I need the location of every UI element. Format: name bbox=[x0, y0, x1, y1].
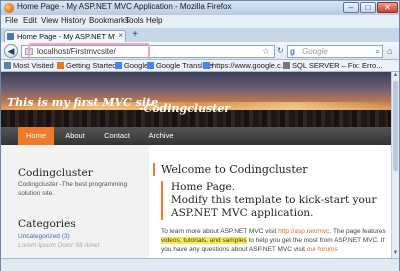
nav-home[interactable]: Home bbox=[18, 127, 54, 145]
search-input[interactable]: Google bbox=[302, 47, 328, 56]
tab-strip: Home Page - My ASP.NET MVC Applica... × … bbox=[1, 28, 399, 42]
google-g-icon[interactable]: g bbox=[290, 47, 295, 56]
home-icon[interactable]: ⌂ bbox=[387, 46, 392, 56]
menu-bar: File Edit View History Bookmarks Tools H… bbox=[1, 15, 399, 28]
bookmark-google[interactable]: Google bbox=[115, 61, 148, 70]
bookmark-label: SQL SERVER – Fix: Erro... bbox=[292, 61, 383, 70]
page-heading-text: Modify this template to kick-start your … bbox=[171, 194, 377, 219]
scroll-up-icon[interactable]: ▲ bbox=[392, 72, 399, 78]
menu-bookmarks[interactable]: Bookmarks bbox=[89, 16, 129, 25]
bookmark-folder-icon bbox=[4, 62, 11, 69]
new-tab-button[interactable]: + bbox=[129, 30, 141, 41]
welcome-heading: Welcome to Codingcluster bbox=[153, 163, 308, 176]
navigation-toolbar: ◀ localhost/Firstmvcsite/ ☆ ↻ g Google ⌕… bbox=[1, 42, 399, 62]
sidebar-blog-description-2: solution site. bbox=[18, 190, 55, 197]
sidebar-category-link[interactable]: Lorem Ipsum Dolor Sit Amet bbox=[18, 242, 99, 249]
reload-icon[interactable]: ↻ bbox=[277, 46, 284, 55]
menu-edit[interactable]: Edit bbox=[23, 16, 37, 25]
google-icon bbox=[115, 62, 122, 69]
scroll-thumb[interactable] bbox=[393, 81, 398, 171]
menu-tools[interactable]: Tools bbox=[125, 16, 144, 25]
bookmark-label: Google bbox=[124, 61, 149, 70]
url-bar[interactable]: localhost/Firstmvcsite/ ☆ bbox=[21, 43, 275, 62]
vertical-scrollbar[interactable]: ▲ ▼ bbox=[391, 72, 399, 258]
scroll-down-icon[interactable]: ▼ bbox=[392, 250, 399, 256]
menu-history[interactable]: History bbox=[61, 16, 86, 25]
tab-home-page[interactable]: Home Page - My ASP.NET MVC Applica... × bbox=[4, 30, 126, 42]
page-icon bbox=[7, 33, 14, 40]
menu-help[interactable]: Help bbox=[146, 16, 162, 25]
bookmarks-toolbar: Most Visited Getting Started Google Goog… bbox=[1, 60, 399, 72]
tab-close-icon[interactable]: × bbox=[118, 31, 123, 40]
page-viewport: This is my first MVC site -Codingcluster… bbox=[1, 72, 391, 258]
nav-contact[interactable]: Contact bbox=[97, 127, 137, 145]
site-banner: This is my first MVC site -Codingcluster bbox=[1, 72, 391, 127]
bookmark-google-url[interactable]: https://www.google.c... bbox=[203, 61, 287, 70]
menu-file[interactable]: File bbox=[5, 16, 18, 25]
site-title: This is my first MVC site bbox=[7, 96, 159, 109]
aspnet-mvc-link[interactable]: http://asp.net/mvc bbox=[278, 228, 329, 235]
nav-about[interactable]: About bbox=[57, 127, 93, 145]
status-bar bbox=[1, 258, 399, 271]
site-subtitle: -Codingcluster bbox=[139, 102, 231, 115]
menu-view[interactable]: View bbox=[41, 16, 58, 25]
tab-title: Home Page - My ASP.NET MVC Applica... bbox=[17, 32, 115, 41]
bookmark-label: Getting Started bbox=[66, 61, 117, 70]
bookmark-label: Most Visited bbox=[13, 61, 54, 70]
back-button[interactable]: ◀ bbox=[4, 44, 18, 58]
google-icon bbox=[203, 62, 210, 69]
intro-text: . The page features bbox=[329, 228, 386, 235]
firefox-icon bbox=[4, 3, 14, 13]
bookmark-getting-started[interactable]: Getting Started bbox=[57, 61, 116, 70]
sidebar-category-link[interactable]: Uncategorized (3) bbox=[18, 233, 70, 240]
intro-text: To learn more about ASP.NET MVC visit bbox=[161, 228, 279, 235]
highlighted-text: videos, tutorials, and samples bbox=[161, 237, 247, 244]
window-title: Home Page - My ASP.NET MVC Application -… bbox=[17, 2, 232, 11]
google-icon bbox=[147, 62, 154, 69]
search-icon[interactable]: ⌕ bbox=[376, 47, 380, 57]
page-heading-block: Home Page. Modify this template to kick-… bbox=[161, 181, 391, 220]
main-content: Welcome to Codingcluster Home Page. Modi… bbox=[149, 145, 391, 258]
maximize-button[interactable]: □ bbox=[360, 2, 376, 13]
bookmark-label: https://www.google.c... bbox=[212, 61, 288, 70]
close-button[interactable]: ✕ bbox=[377, 2, 398, 13]
sidebar-blog-heading: Codingcluster bbox=[18, 167, 93, 179]
bookmark-sql-server[interactable]: SQL SERVER – Fix: Erro... bbox=[283, 61, 382, 70]
sidebar-blog-description: Codingcluster -The best programming bbox=[18, 181, 128, 188]
bookmark-star-icon[interactable]: ☆ bbox=[262, 46, 270, 57]
forums-link[interactable]: our forums bbox=[307, 246, 338, 253]
title-bar: Home Page - My ASP.NET MVC Application -… bbox=[1, 1, 399, 15]
sidebar-categories-heading: Categories bbox=[18, 218, 76, 230]
page-icon bbox=[283, 62, 290, 69]
minimize-button[interactable]: – bbox=[343, 2, 359, 13]
nav-archive[interactable]: Archive bbox=[141, 127, 181, 145]
firefox-bookmark-icon bbox=[57, 62, 64, 69]
sidebar: Codingcluster Codingcluster -The best pr… bbox=[1, 145, 149, 258]
browser-window: Home Page - My ASP.NET MVC Application -… bbox=[0, 0, 400, 271]
page-heading: Home Page. bbox=[171, 181, 236, 193]
site-nav: Home About Contact Archive bbox=[1, 127, 391, 145]
bookmark-most-visited[interactable]: Most Visited bbox=[4, 61, 54, 70]
intro-paragraph: To learn more about ASP.NET MVC visit ht… bbox=[161, 227, 391, 254]
search-bar[interactable]: g Google ⌕ bbox=[287, 45, 383, 58]
